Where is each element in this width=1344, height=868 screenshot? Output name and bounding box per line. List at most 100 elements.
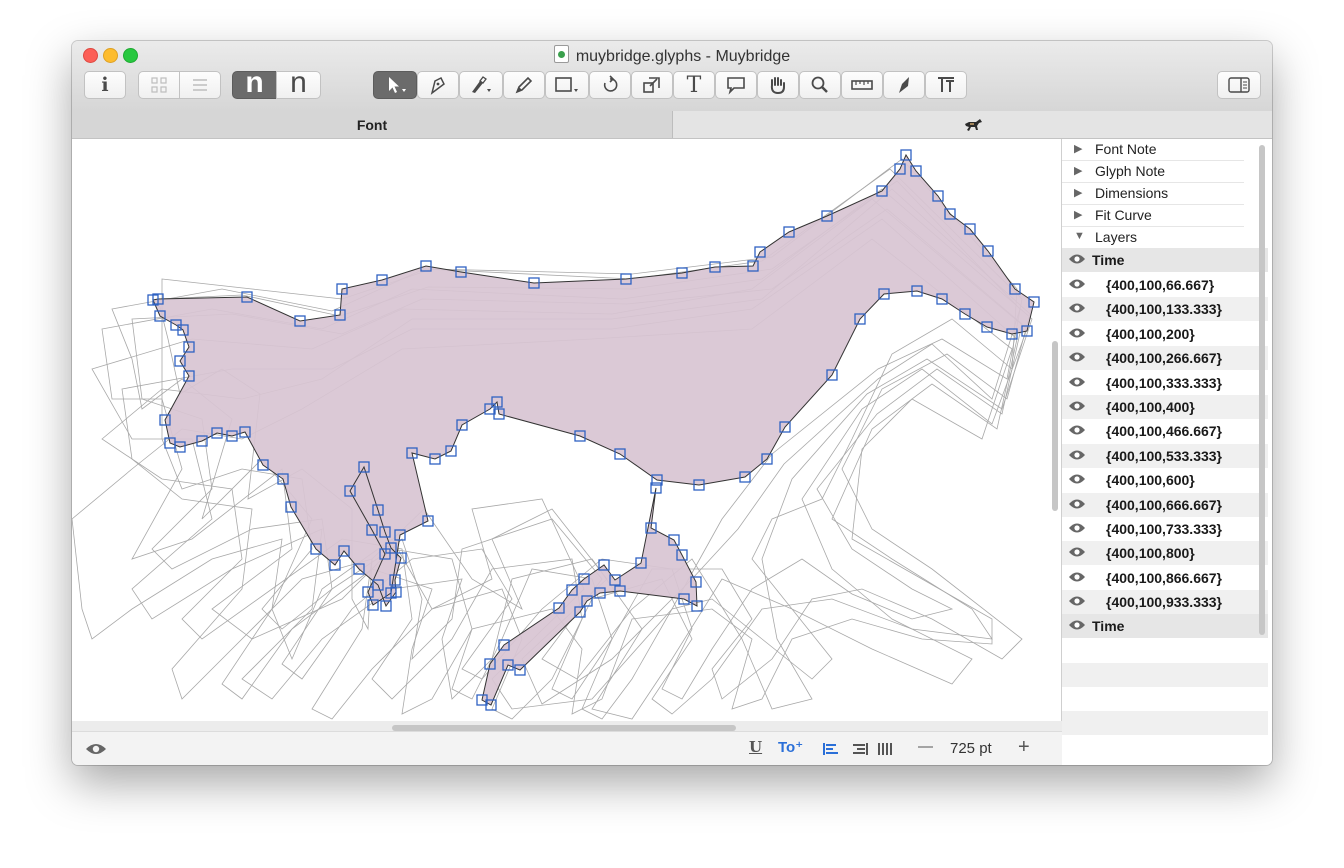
layer-name: {400,100,800} [1106, 545, 1195, 562]
eye-icon[interactable] [1068, 277, 1086, 291]
horse-icon [964, 119, 982, 131]
rotate-icon [603, 75, 618, 92]
layer-name: {400,100,400} [1106, 399, 1195, 415]
text-tool-button[interactable]: T [673, 71, 715, 99]
eye-icon[interactable] [1068, 618, 1086, 632]
eye-icon[interactable] [1068, 448, 1086, 462]
edit-view-light-button[interactable]: n [276, 66, 321, 99]
layer-row[interactable]: {400,100,933.333} [1062, 590, 1268, 615]
layer-group-row[interactable]: Time [1062, 248, 1268, 272]
layer-row[interactable]: {400,100,733.333} [1062, 517, 1268, 541]
section-layers[interactable]: ▼ Layers [1062, 227, 1244, 248]
section-glyph-note[interactable]: ▶ Glyph Note [1062, 161, 1244, 183]
eye-icon[interactable] [1068, 375, 1086, 389]
pencil-tool-button[interactable] [503, 71, 545, 99]
layer-row[interactable]: {400,100,533.333} [1062, 443, 1268, 468]
disclosure-triangle-right-icon[interactable]: ▶ [1074, 142, 1082, 155]
layer-row[interactable]: {400,100,133.333} [1062, 297, 1268, 322]
eye-icon[interactable] [1068, 423, 1086, 437]
layer-group-row[interactable]: Time [1062, 614, 1268, 638]
toggle-sidebar-button[interactable] [1217, 71, 1261, 99]
scale-icon [643, 77, 660, 93]
layer-name: {400,100,733.333} [1106, 521, 1222, 537]
grid-view-icon [151, 77, 167, 93]
eye-icon[interactable] [1068, 594, 1086, 608]
eye-icon[interactable] [1068, 399, 1086, 413]
disclosure-triangle-down-icon[interactable]: ▼ [1074, 230, 1085, 242]
layer-name: {400,100,266.667} [1106, 350, 1222, 367]
layer-row[interactable]: {400,100,800} [1062, 541, 1268, 566]
layer-row[interactable]: {400,100,266.667} [1062, 346, 1268, 371]
eye-icon[interactable] [1068, 326, 1086, 340]
zoom-level: 725 pt [950, 740, 992, 757]
section-fit-curve[interactable]: ▶ Fit Curve [1062, 205, 1244, 227]
underline-toggle-icon[interactable]: U [749, 738, 762, 756]
disclosure-triangle-right-icon[interactable]: ▶ [1074, 164, 1082, 177]
layer-name: {400,100,466.667} [1106, 423, 1222, 440]
eye-icon[interactable] [1068, 545, 1086, 559]
tab-font[interactable]: Font [72, 111, 673, 138]
text-icon: T [686, 72, 702, 98]
rotate-tool-button[interactable] [589, 71, 631, 99]
tab-glyph[interactable] [673, 111, 1272, 138]
measurement-tool-button[interactable] [841, 71, 883, 99]
layer-row[interactable]: {400,100,333.333} [1062, 371, 1268, 395]
tab-font-label: Font [356, 117, 388, 133]
eye-icon[interactable] [1068, 521, 1086, 535]
scale-tool-button[interactable] [631, 71, 673, 99]
eye-icon[interactable] [1068, 252, 1086, 266]
zoom-tool-button[interactable] [799, 71, 841, 99]
layer-name: {400,100,333.333} [1106, 374, 1222, 391]
layer-row[interactable]: {400,100,400} [1062, 395, 1268, 419]
speech-bubble-icon [727, 77, 745, 95]
vertical-text-icon[interactable] [877, 741, 893, 757]
eye-icon[interactable] [1068, 570, 1086, 584]
eye-icon[interactable] [1068, 301, 1086, 315]
primitives-tool-button[interactable] [545, 71, 589, 99]
section-label: Fit Curve [1095, 207, 1152, 223]
list-view-button[interactable] [179, 71, 221, 99]
info-label: i [101, 74, 109, 96]
layer-group-label: Time [1092, 618, 1125, 634]
glyph-info-tool-button[interactable] [925, 71, 967, 99]
section-dimensions[interactable]: ▶ Dimensions [1062, 183, 1244, 205]
layer-row[interactable]: {400,100,600} [1062, 468, 1268, 492]
layer-name: {400,100,933.333} [1106, 594, 1222, 611]
draw-tool-button[interactable] [417, 71, 459, 99]
glyph-outline-current [152, 153, 1035, 608]
edit-view-dark-button[interactable]: n [232, 66, 277, 99]
layer-row[interactable]: {400,100,66.667} [1062, 273, 1268, 297]
n-dark-label: n [245, 66, 264, 99]
glyph-edit-canvas[interactable] [72, 139, 1062, 721]
palette-scrollbar[interactable] [1259, 145, 1265, 635]
eye-icon[interactable] [1068, 497, 1086, 511]
canvas-vertical-scrollbar[interactable] [1052, 341, 1058, 511]
preview-eye-icon[interactable] [84, 741, 108, 757]
hand-tool-button[interactable] [757, 71, 799, 99]
layer-row[interactable]: {400,100,200} [1062, 322, 1268, 346]
section-font-note[interactable]: ▶ Font Note [1062, 139, 1244, 161]
annotation-tool-button[interactable] [715, 71, 757, 99]
glyph-drawing[interactable] [72, 139, 1061, 721]
eye-icon[interactable] [1068, 472, 1086, 486]
knife-tool-button[interactable] [883, 71, 925, 99]
layer-row[interactable]: {400,100,466.667} [1062, 419, 1268, 443]
layer-row[interactable]: {400,100,666.667} [1062, 492, 1268, 517]
info-button[interactable]: i [84, 71, 126, 99]
layer-name: {400,100,866.667} [1106, 569, 1222, 586]
section-label: Layers [1095, 229, 1138, 245]
select-tool-button[interactable] [373, 71, 417, 99]
kerning-toggle-icon[interactable]: To⁺ [778, 738, 803, 756]
zoom-in-button[interactable]: + [1018, 736, 1030, 759]
align-left-icon[interactable] [822, 741, 840, 757]
eye-icon[interactable] [1068, 350, 1086, 364]
layer-row[interactable]: {400,100,866.667} [1062, 566, 1268, 590]
zoom-out-button[interactable]: — [918, 738, 933, 755]
disclosure-triangle-right-icon[interactable]: ▶ [1074, 186, 1082, 199]
list-view-icon [193, 79, 207, 91]
grid-view-button[interactable] [138, 71, 180, 99]
disclosure-triangle-right-icon[interactable]: ▶ [1074, 208, 1082, 221]
brush-tool-button[interactable] [459, 71, 503, 99]
align-right-icon[interactable] [851, 741, 869, 757]
rectangle-icon [555, 77, 578, 92]
